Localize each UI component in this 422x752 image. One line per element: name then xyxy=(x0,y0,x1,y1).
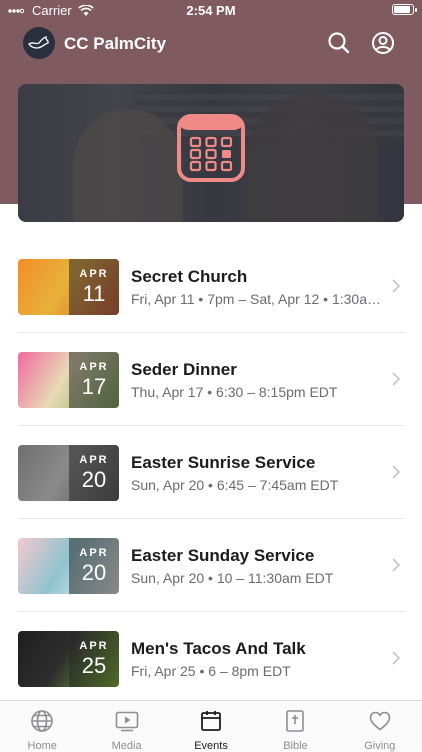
event-title: Easter Sunrise Service xyxy=(131,453,316,472)
tab-bar: Home Media Events Bible Giving xyxy=(0,700,422,752)
chevron-right-icon xyxy=(392,279,400,293)
app-bar: CC PalmCity xyxy=(0,24,422,64)
event-subtitle: Fri, Apr 11 • 7pm – Sat, Apr 12 • 1:30am… xyxy=(131,291,389,307)
hero-person-left xyxy=(73,109,183,222)
event-month: APR xyxy=(79,454,109,466)
event-row-seder-dinner[interactable]: APR 17 Seder Dinner Thu, Apr 17 • 6:30 –… xyxy=(0,333,422,426)
event-month: APR xyxy=(79,268,109,280)
tab-label: Bible xyxy=(283,740,308,752)
event-row-easter-sunrise[interactable]: APR 20 Easter Sunrise Service Sun, Apr 2… xyxy=(0,426,422,519)
event-month: APR xyxy=(79,361,109,373)
event-month: APR xyxy=(79,640,109,652)
event-date-badge: APR 25 xyxy=(69,631,119,687)
tab-bible[interactable]: Bible xyxy=(253,701,337,752)
tab-label: Giving xyxy=(364,740,396,752)
chevron-right-icon xyxy=(392,465,400,479)
event-title: Men's Tacos And Talk xyxy=(131,639,306,658)
heart-icon xyxy=(369,711,391,731)
event-title: Easter Sunday Service xyxy=(131,546,315,565)
chevron-right-icon xyxy=(392,372,400,386)
app-title: CC PalmCity xyxy=(64,34,167,53)
dove-logo-icon xyxy=(28,36,49,49)
event-day: 11 xyxy=(82,281,106,306)
event-day: 20 xyxy=(81,467,107,492)
event-date-badge: APR 11 xyxy=(69,259,119,315)
status-bar: Carrier 2:54 PM xyxy=(0,0,422,22)
event-subtitle: Sun, Apr 20 • 6:45 – 7:45am EDT xyxy=(131,477,339,493)
event-date-badge: APR 20 xyxy=(69,445,119,501)
chevron-right-icon xyxy=(392,651,400,665)
tab-label: Events xyxy=(194,740,228,752)
status-time: 2:54 PM xyxy=(186,3,236,18)
tab-giving[interactable]: Giving xyxy=(338,701,422,752)
battery-icon xyxy=(392,4,417,15)
event-day: 25 xyxy=(81,653,107,678)
globe-icon xyxy=(31,710,54,732)
calendar-icon xyxy=(201,711,221,731)
event-month: APR xyxy=(79,547,109,559)
calendar-icon xyxy=(177,114,245,182)
event-date-badge: APR 17 xyxy=(69,352,119,408)
event-subtitle: Thu, Apr 17 • 6:30 – 8:15pm EDT xyxy=(131,384,338,400)
hero-person-right xyxy=(248,94,378,222)
tab-label: Home xyxy=(27,740,57,752)
tab-media[interactable]: Media xyxy=(84,701,168,752)
event-row-secret-church[interactable]: APR 11 Secret Church Fri, Apr 11 • 7pm –… xyxy=(0,240,422,333)
events-hero-banner xyxy=(18,84,404,222)
event-thumbnail: APR 25 xyxy=(18,631,119,687)
event-day: 20 xyxy=(81,560,107,585)
event-thumbnail: APR 20 xyxy=(18,538,119,594)
play-icon xyxy=(115,711,138,732)
tab-label: Media xyxy=(111,740,142,752)
event-thumbnail: APR 17 xyxy=(18,352,119,408)
event-subtitle: Sun, Apr 20 • 10 – 11:30am EDT xyxy=(131,570,334,586)
chevron-right-icon xyxy=(392,558,400,572)
profile-icon[interactable] xyxy=(370,30,396,56)
event-subtitle: Fri, Apr 25 • 6 – 8pm EDT xyxy=(131,663,291,679)
event-title: Secret Church xyxy=(131,267,248,286)
event-title: Seder Dinner xyxy=(131,360,237,379)
event-row-easter-sunday[interactable]: APR 20 Easter Sunday Service Sun, Apr 20… xyxy=(0,519,422,612)
tab-home[interactable]: Home xyxy=(0,701,84,752)
event-day: 17 xyxy=(81,374,107,399)
event-date-badge: APR 20 xyxy=(69,538,119,594)
event-thumbnail: APR 20 xyxy=(18,445,119,501)
tab-events[interactable]: Events xyxy=(169,701,253,752)
bible-icon xyxy=(286,710,305,732)
church-logo[interactable] xyxy=(23,27,55,59)
event-thumbnail: APR 11 xyxy=(18,259,119,315)
search-icon[interactable] xyxy=(326,30,352,56)
event-list: APR 11 Secret Church Fri, Apr 11 • 7pm –… xyxy=(0,240,422,705)
event-row-mens-tacos[interactable]: APR 25 Men's Tacos And Talk Fri, Apr 25 … xyxy=(0,612,422,705)
